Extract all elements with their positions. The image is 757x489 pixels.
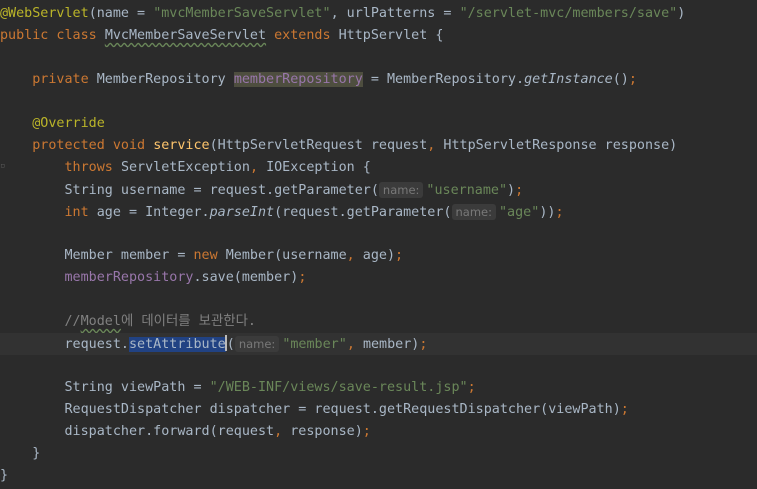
code-token: ))	[539, 205, 556, 220]
code-line[interactable]: Member member = new Member(username, age…	[0, 245, 757, 267]
code-line[interactable]: @Override	[0, 113, 757, 135]
code-token: ,	[249, 160, 267, 175]
code-token: MvcMemberSaveServlet	[104, 28, 267, 43]
code-token: (request.getParameter(	[274, 205, 452, 220]
code-line[interactable]: request.setAttribute(name: "member", memb…	[0, 333, 757, 355]
code-line[interactable]: //Model에 데이터를 보관한다.	[0, 311, 757, 333]
code-token: private	[0, 72, 97, 87]
code-token: member)	[362, 337, 420, 352]
code-token: ;	[467, 380, 476, 395]
code-token: RequestDispatcher dispatcher = request.g…	[0, 402, 621, 417]
code-token: ServletException	[120, 160, 250, 175]
code-token: )	[677, 6, 686, 21]
code-token: ()	[612, 72, 629, 87]
code-token: memberRepository	[64, 270, 194, 285]
code-line[interactable]	[0, 289, 757, 311]
code-token: service	[153, 138, 210, 153]
code-token: = MemberRepository.	[362, 72, 525, 87]
code-token: Member member =	[0, 248, 194, 263]
code-token: @WebServlet	[0, 6, 89, 21]
code-token: IOException {	[266, 160, 371, 175]
code-token: ;	[362, 424, 371, 439]
code-token: ,	[274, 424, 291, 439]
code-token: "age"	[499, 205, 540, 220]
code-token: String viewPath =	[0, 380, 210, 395]
code-token: }	[0, 446, 41, 461]
code-token: setAttribute	[129, 337, 226, 352]
code-token: "/WEB-INF/views/save-result.jsp"	[209, 380, 468, 395]
code-token: (name =	[88, 6, 154, 21]
code-token: ;	[298, 270, 307, 285]
code-token: "username"	[426, 183, 508, 198]
code-token: memberRepository	[233, 72, 363, 87]
code-line[interactable]: throws ServletException, IOException {	[0, 157, 757, 179]
code-token: protected void	[0, 138, 154, 153]
code-token: (	[226, 337, 235, 352]
code-token: ;	[620, 402, 629, 417]
code-token: ;	[515, 183, 524, 198]
code-line[interactable]: }	[0, 443, 757, 465]
code-token: @Override	[0, 116, 105, 131]
code-line[interactable]	[0, 223, 757, 245]
code-token: )	[507, 183, 516, 198]
code-token: "mvcMemberSaveServlet"	[153, 6, 331, 21]
code-token: (HttpServletRequest request	[209, 138, 428, 153]
code-line[interactable]: int age = Integer.parseInt(request.getPa…	[0, 201, 757, 223]
code-token: ;	[419, 337, 428, 352]
code-line[interactable]: memberRepository.save(member);	[0, 267, 757, 289]
code-line[interactable]	[0, 47, 757, 69]
code-token: //	[0, 314, 81, 329]
code-token: HttpServletResponse response)	[443, 138, 678, 153]
code-line[interactable]	[0, 91, 757, 113]
code-editor[interactable]: ▫ @WebServlet(name = "mvcMemberSaveServl…	[0, 0, 757, 489]
code-token: throws	[0, 160, 121, 175]
code-line[interactable]: }	[0, 465, 757, 487]
code-token: 에 데이터를 보관한다.	[120, 314, 256, 329]
code-token: getInstance	[524, 72, 613, 87]
code-token: }	[0, 468, 9, 483]
code-token: HttpServlet {	[338, 28, 444, 43]
code-token: Member(username	[225, 248, 347, 263]
parameter-hint: name:	[451, 204, 496, 220]
code-token: int	[0, 205, 97, 220]
code-line[interactable]: protected void service(HttpServletReques…	[0, 135, 757, 157]
code-line[interactable]: private MemberRepository memberRepositor…	[0, 69, 757, 91]
code-line[interactable]: public class MvcMemberSaveServlet extend…	[0, 25, 757, 47]
code-token: Model	[80, 314, 121, 329]
code-token: ,	[346, 337, 363, 352]
code-token: age)	[362, 248, 396, 263]
code-token: ,	[346, 248, 363, 263]
code-token: response)	[290, 424, 363, 439]
parameter-hint: name:	[234, 336, 280, 352]
code-token: age = Integer.	[96, 205, 210, 220]
code-line[interactable]: dispatcher.forward(request, response);	[0, 421, 757, 443]
code-token: , urlPatterns =	[330, 6, 460, 21]
code-line[interactable]	[0, 355, 757, 377]
code-token: parseInt	[209, 205, 275, 220]
code-token: "member"	[282, 337, 347, 352]
code-token: .save(member)	[193, 270, 299, 285]
code-token: ;	[395, 248, 404, 263]
code-token: dispatcher.forward(request	[0, 424, 275, 439]
code-line[interactable]: @WebServlet(name = "mvcMemberSaveServlet…	[0, 3, 757, 25]
code-token: ;	[555, 205, 564, 220]
parameter-hint: name:	[378, 182, 424, 198]
code-token: String username = request.getParameter(	[0, 183, 379, 198]
code-token: request.	[0, 337, 129, 352]
code-line[interactable]: String username = request.getParameter(n…	[0, 179, 757, 201]
code-token: ,	[427, 138, 444, 153]
code-token: public class	[0, 28, 105, 43]
code-token: extends	[266, 28, 339, 43]
code-token: MemberRepository	[96, 72, 234, 87]
code-line[interactable]: RequestDispatcher dispatcher = request.g…	[0, 399, 757, 421]
code-line[interactable]: String viewPath = "/WEB-INF/views/save-r…	[0, 377, 757, 399]
code-token: new	[193, 248, 226, 263]
code-token: ;	[628, 72, 637, 87]
code-token: "/servlet-mvc/members/save"	[459, 6, 678, 21]
